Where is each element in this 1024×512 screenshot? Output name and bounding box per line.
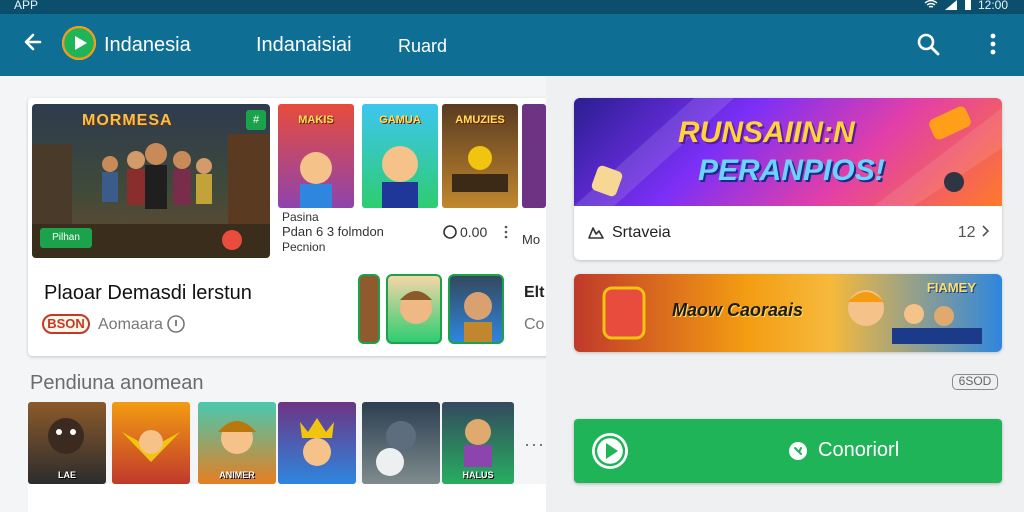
game-tile-3[interactable]: ANIMER <box>198 402 276 484</box>
game-tile-5[interactable] <box>362 402 440 484</box>
bottom-card-strip <box>28 484 546 512</box>
meta-line-3: Pecnion <box>282 240 326 254</box>
game-tile-4[interactable] <box>278 402 356 484</box>
tile-art <box>122 430 180 462</box>
play-store-icon <box>592 433 628 469</box>
banner-art <box>574 98 1002 206</box>
game-tile-6[interactable]: HALUS <box>442 402 514 484</box>
app-logo-icon <box>62 26 96 60</box>
chevron-right-icon <box>982 225 990 237</box>
edge-more-label: Mo <box>522 232 541 247</box>
coin-icon <box>443 225 457 239</box>
tile-art <box>376 421 416 476</box>
download-icon <box>789 442 807 460</box>
game-thumbnail-1[interactable]: MAKIS <box>278 104 354 208</box>
meta-line-1: Pasina <box>282 210 319 224</box>
wifi-icon <box>924 0 938 8</box>
right-panel: RUNSAIIN:N PERANPIOS! Srtaveia 12 Maow C… <box>546 76 1024 512</box>
hero-badge: # <box>246 110 266 130</box>
rating-label: Aomaara <box>98 316 163 333</box>
edge-text-2: Co <box>524 316 545 333</box>
edge-text-1: Elt <box>524 284 545 301</box>
signal-icon <box>944 0 957 10</box>
status-bar: APP 12:00 <box>0 0 1024 14</box>
banner-meta-count[interactable]: 12 <box>958 224 990 242</box>
game-thumbnail-4[interactable] <box>522 104 546 208</box>
avatar-thumbnail-1[interactable] <box>358 274 380 344</box>
battery-icon <box>964 0 971 10</box>
game-tile-2[interactable] <box>112 402 190 484</box>
banner-meta-label: Srtaveia <box>612 224 671 241</box>
app-title: Indanesia <box>104 34 191 56</box>
banner-count-value: 12 <box>957 224 976 241</box>
thumbnail-label: MAKIS <box>298 114 334 126</box>
meta-line-2: Pdan 6 3 folmdon <box>282 224 384 239</box>
item-more-icon[interactable] <box>502 224 510 240</box>
tile-label: ANIMER <box>219 470 255 480</box>
featured-hero-image[interactable]: MORMESA Pilhan # <box>32 104 270 258</box>
tile-art <box>300 418 334 466</box>
tile-label: LAE <box>58 470 76 480</box>
price-label: 0.00 <box>460 224 488 240</box>
game-thumbnail-2[interactable]: GAMUA <box>362 104 438 208</box>
secondary-banner[interactable]: Maow Caoraais FIAMEY <box>574 274 1002 352</box>
promo-banner-image[interactable]: RUNSAIIN:N PERANPIOS! <box>574 98 1002 206</box>
more-vert-icon[interactable] <box>982 30 1004 58</box>
status-app-label: APP <box>14 0 39 12</box>
secondary-banner-title: Maow Caoraais <box>672 300 804 320</box>
hero-tag-button[interactable]: Pilhan <box>40 228 92 248</box>
avatar-thumbnail-3[interactable] <box>448 274 504 344</box>
install-button-label: Conoriorl <box>818 439 900 461</box>
banner-title: RUNSAIIN:N <box>678 116 855 149</box>
banner-subtitle: PERANPIOS! <box>698 154 885 187</box>
search-icon[interactable] <box>914 30 942 58</box>
status-icons: 12:00 <box>924 0 1008 12</box>
section-title: Pendiuna anomean <box>30 372 204 394</box>
info-icon[interactable] <box>166 314 186 334</box>
thumbnail-label: AMUZIES <box>455 114 505 126</box>
back-arrow-icon[interactable] <box>20 28 48 56</box>
avatar-thumbnail-2[interactable] <box>386 274 442 344</box>
section-more-button[interactable]: ··· <box>524 434 545 455</box>
status-time: 12:00 <box>977 0 1008 12</box>
promo-banner-card[interactable]: RUNSAIIN:N PERANPIOS! Srtaveia 12 <box>574 98 1002 260</box>
tab-ruard[interactable]: Ruard <box>398 36 447 57</box>
app-bar: Indanesia Indanaisiai Ruard <box>0 14 1024 76</box>
thumbnail-label: GAMUA <box>379 114 421 126</box>
rating-badge: BSON <box>42 314 90 334</box>
left-panel: MORMESA Pilhan # MAKIS GAMUA AMUZIES Pas… <box>0 76 568 512</box>
secondary-banner-corner: FIAMEY <box>926 280 976 295</box>
game-thumbnail-3[interactable]: AMUZIES <box>442 104 518 208</box>
size-badge: 6SOD <box>952 374 998 390</box>
tile-label: HALUS <box>462 470 494 480</box>
tab-indanaisiai[interactable]: Indanaisiai <box>256 34 352 57</box>
featured-card[interactable]: MORMESA Pilhan # MAKIS GAMUA AMUZIES Pas… <box>28 98 568 356</box>
card-title: Plaoar Demasdi lerstun <box>44 282 252 304</box>
people-icon <box>588 227 604 239</box>
install-button[interactable]: Conoriorl <box>574 419 1002 483</box>
avatar-art <box>464 292 492 342</box>
game-tile-1[interactable]: LAE <box>28 402 106 484</box>
avatar-art <box>400 291 432 324</box>
hero-title: MORMESA <box>82 112 173 129</box>
